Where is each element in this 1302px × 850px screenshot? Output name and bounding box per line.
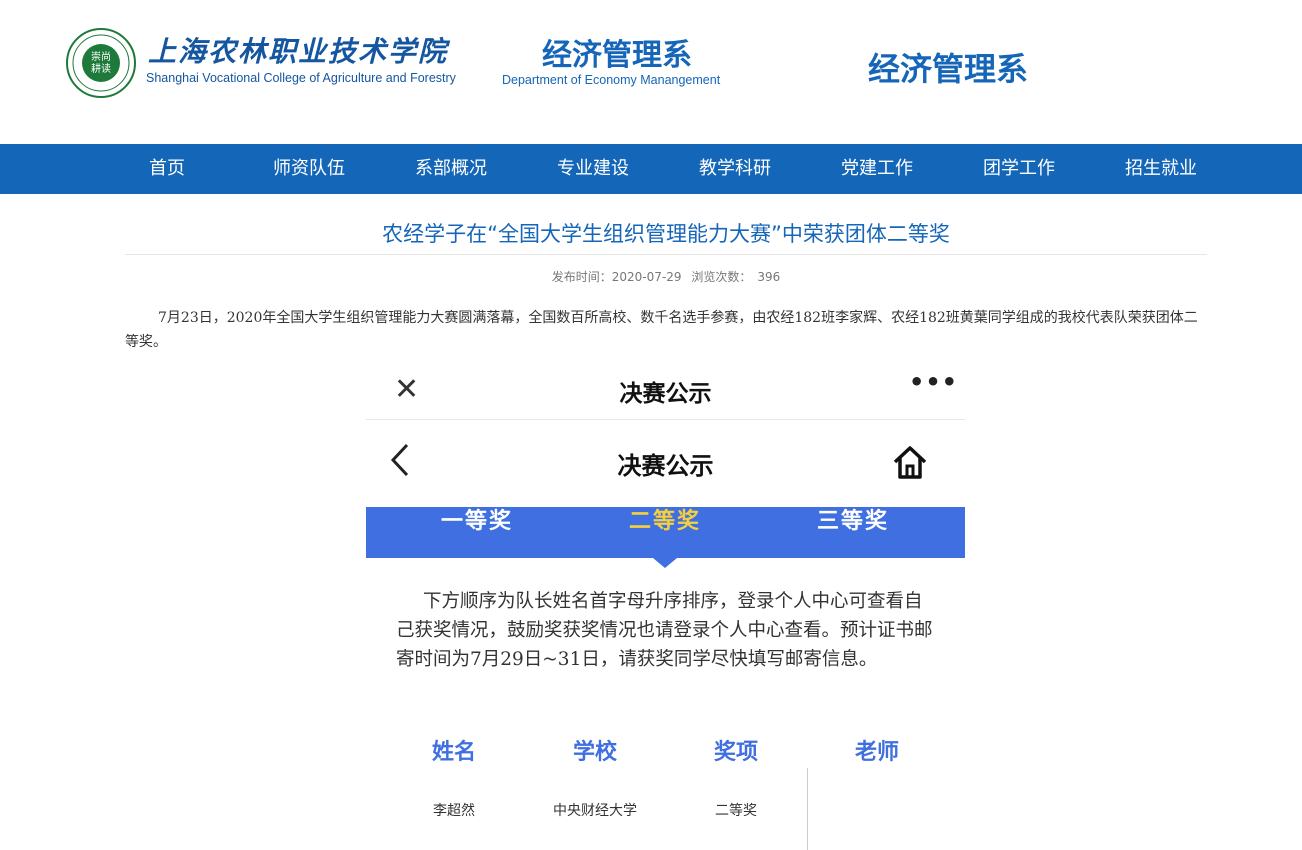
publish-date: 发布时间：2020-07-29 [551,270,682,284]
nav-item-admissions[interactable]: 招生就业 [1101,144,1221,194]
department-name-cn: 经济管理系 [542,38,692,73]
nav-item-party-building[interactable]: 党建工作 [817,144,937,194]
nav-item-majors[interactable]: 专业建设 [533,144,653,194]
nav-item-student-work[interactable]: 团学工作 [959,144,1079,194]
site-header: 崇尚 耕读 上海农林职业技术学院 Shanghai Vocational Col… [0,0,1302,144]
column-header-award: 奖项 [713,740,758,765]
svg-text:耕读: 耕读 [91,62,111,75]
nav-item-home[interactable]: 首页 [107,144,227,194]
award-notice-text: 下方顺序为队长姓名首字母升序排序，登录个人中心可查看自己获奖情况，鼓励奖获奖情况… [396,591,933,670]
main-nav: 首页 师资队伍 系部概况 专业建设 教学科研 党建工作 团学工作 招生就业 [0,144,1302,194]
column-header-school: 学校 [572,740,617,765]
department-name-en: Department of Economy Manangement [502,73,721,87]
wechat-title: 决赛公示 [619,381,712,407]
column-header-teacher: 老师 [854,740,899,765]
tab-first-prize: 一等奖 [440,509,513,534]
svg-text:崇尚: 崇尚 [91,50,111,63]
more-icon: ••• [909,368,959,396]
views-count: 396 [757,270,781,284]
award-tabs: 一等奖 二等奖 三等奖 [366,507,965,558]
column-header-name: 姓名 [431,740,476,765]
table-cell-school: 中央财经大学 [553,803,637,819]
wechat-title-bar: ✕ 决赛公示 ••• [366,362,965,420]
home-icon [893,446,927,479]
article-body: 7月23日，2020年全国大学生组织管理能力大赛圆满落幕，全国数百所高校、数千名… [125,310,1198,350]
views-label: 浏览次数： [691,270,752,284]
page-header-bar: 决赛公示 [366,420,965,506]
nav-item-department-overview[interactable]: 系部概况 [391,144,511,194]
college-name-en: Shanghai Vocational College of Agricultu… [146,71,456,85]
college-name-cn[interactable]: 上海农林职业技术学院 [148,30,448,70]
nav-item-faculty[interactable]: 师资队伍 [249,144,369,194]
department-banner-title: 经济管理系 [868,50,1029,88]
tab-second-prize: 二等奖 [628,509,701,534]
article-meta: 发布时间：2020-07-29 浏览次数： 396 [125,268,1207,285]
table-cell-name: 李超然 [433,803,475,819]
college-seal-logo[interactable]: 崇尚 耕读 [66,28,136,98]
tab-third-prize: 三等奖 [816,509,889,534]
nav-item-teaching-research[interactable]: 教学科研 [675,144,795,194]
table-cell-award: 二等奖 [715,803,757,819]
table-column-divider [807,768,808,850]
page-title: 决赛公示 [617,452,714,480]
article-image: ✕ 决赛公示 ••• 决赛公示 一等奖 二等奖 三等奖 下方顺序为队长姓名首字母… [366,362,965,850]
active-tab-indicator [653,558,677,568]
article-title: 农经学子在“全国大学生组织管理能力大赛”中荣获团体二等奖 [382,222,950,246]
title-divider [125,254,1207,255]
